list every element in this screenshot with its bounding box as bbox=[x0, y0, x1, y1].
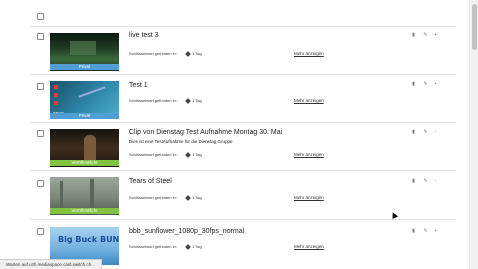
separator bbox=[30, 74, 456, 75]
tag-icon bbox=[185, 51, 191, 57]
entry-title[interactable]: live test 3 bbox=[129, 32, 159, 39]
entry-actions: ▮ ✎ ▪ bbox=[411, 82, 441, 88]
separator bbox=[30, 122, 456, 123]
analytics-icon[interactable]: ▮ bbox=[411, 179, 416, 184]
edit-pencil-icon[interactable]: ✎ bbox=[423, 130, 428, 135]
entry-checkbox[interactable] bbox=[37, 130, 44, 137]
tag-icon bbox=[185, 152, 191, 158]
separator bbox=[30, 26, 456, 27]
select-all-checkbox[interactable] bbox=[37, 13, 44, 20]
edit-pencil-icon[interactable]: ✎ bbox=[423, 229, 428, 234]
keyword-label: Schlüsselwort gefunden in: bbox=[129, 152, 177, 157]
edit-pencil-icon[interactable]: ✎ bbox=[423, 33, 428, 38]
entry-actions: ▮ ✎ ▪ bbox=[411, 179, 441, 185]
mouse-cursor-icon bbox=[390, 211, 398, 219]
delete-trash-icon[interactable]: ▪ bbox=[433, 229, 438, 234]
tag-count[interactable]: 1 Tag bbox=[185, 195, 202, 201]
show-more-link[interactable]: Mehr anzeigen bbox=[294, 51, 324, 56]
entry-actions: ▮ ✎ ▪ bbox=[411, 130, 441, 136]
entry-title[interactable]: Test 1 bbox=[129, 82, 148, 89]
analytics-icon[interactable]: ▮ bbox=[411, 82, 416, 87]
entry-actions: ▮ ✎ ▪ bbox=[411, 229, 441, 235]
thumbnail-logo-text: Big Buck BUNNY bbox=[58, 235, 119, 244]
entry-checkbox[interactable] bbox=[37, 180, 44, 187]
analytics-icon[interactable]: ▮ bbox=[411, 130, 416, 135]
tag-icon bbox=[185, 98, 191, 104]
thumbnail-detail bbox=[90, 179, 94, 211]
status-badge: Privat bbox=[50, 64, 119, 70]
entry-title[interactable]: bbb_sunflower_1080p_30fps_normal bbox=[129, 228, 244, 235]
entry-description: Dies ist eine TestAufnahme für die Diens… bbox=[129, 139, 233, 144]
thumbnail-detail bbox=[84, 135, 96, 161]
separator bbox=[30, 170, 456, 171]
keyword-label: Schlüsselwort gefunden in: bbox=[129, 244, 177, 249]
entry-checkbox[interactable] bbox=[37, 228, 44, 235]
show-more-link[interactable]: Mehr anzeigen bbox=[294, 244, 324, 249]
status-badge: Privat bbox=[50, 113, 119, 119]
show-more-link[interactable]: Mehr anzeigen bbox=[294, 98, 324, 103]
thumbnail-detail bbox=[70, 41, 96, 55]
entry-actions: ▮ ✎ ▪ bbox=[411, 33, 441, 39]
edit-pencil-icon[interactable]: ✎ bbox=[423, 82, 428, 87]
status-badge: Veröffentlicht bbox=[50, 160, 119, 166]
tag-icon bbox=[185, 244, 191, 250]
page-scrollbar[interactable] bbox=[469, 0, 478, 269]
thumbnail-detail bbox=[54, 93, 58, 97]
browser-status-bar: Warten auf uzh.mediaspace.cast.switch.ch… bbox=[0, 259, 102, 269]
delete-trash-icon: ▪ bbox=[434, 178, 437, 184]
keyword-label: Schlüsselwort gefunden in: bbox=[129, 51, 177, 56]
tag-count[interactable]: 1 Tag bbox=[185, 152, 202, 158]
tag-icon bbox=[185, 195, 191, 201]
entry-title[interactable]: Tears of Steel bbox=[129, 178, 172, 185]
keyword-label: Schlüsselwort gefunden in: bbox=[129, 98, 177, 103]
analytics-icon[interactable]: ▮ bbox=[411, 229, 416, 234]
thumbnail-detail bbox=[54, 85, 58, 89]
keyword-label: Schlüsselwort gefunden in: bbox=[129, 195, 177, 200]
tag-count[interactable]: 1 Tag bbox=[185, 51, 202, 57]
show-more-link[interactable]: Mehr anzeigen bbox=[294, 152, 324, 157]
delete-trash-icon[interactable]: ▪ bbox=[433, 33, 438, 38]
edit-pencil-icon[interactable]: ✎ bbox=[423, 179, 428, 184]
delete-trash-icon[interactable]: ▪ bbox=[433, 82, 438, 87]
thumbnail-detail bbox=[54, 101, 58, 105]
delete-trash-icon: ▪ bbox=[434, 129, 437, 135]
tag-count[interactable]: 1 Tag bbox=[185, 98, 202, 104]
analytics-icon[interactable]: ▮ bbox=[411, 33, 416, 38]
entry-checkbox[interactable] bbox=[37, 83, 44, 90]
status-badge: Veröffentlicht bbox=[50, 208, 119, 214]
scrollbar-thumb[interactable] bbox=[472, 4, 477, 50]
show-more-link[interactable]: Mehr anzeigen bbox=[294, 195, 324, 200]
entry-checkbox[interactable] bbox=[37, 33, 44, 40]
tag-count[interactable]: 1 Tag bbox=[185, 244, 202, 250]
entry-title[interactable]: Clip von Dienstag Test Aufnahme Montag 3… bbox=[129, 129, 282, 136]
